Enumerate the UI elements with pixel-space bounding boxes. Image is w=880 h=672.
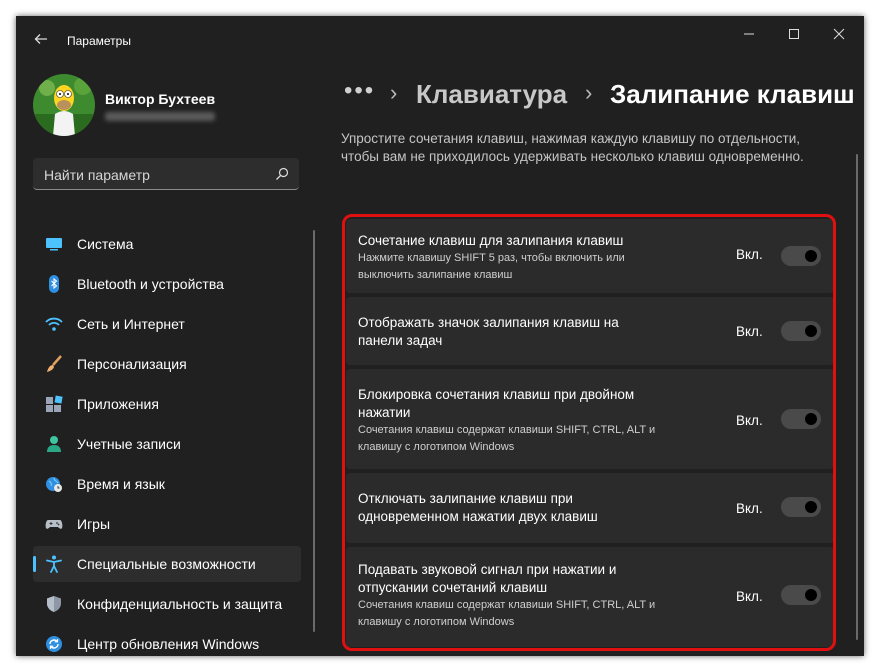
sidebar-item-label: Bluetooth и устройства bbox=[77, 276, 224, 292]
window-title: Параметры bbox=[67, 34, 131, 48]
toggle-switch[interactable] bbox=[781, 409, 821, 429]
sidebar-item-gaming[interactable]: Игры bbox=[33, 506, 301, 542]
search-placeholder: Найти параметр bbox=[44, 167, 150, 183]
user-name: Виктор Бухтеев bbox=[105, 91, 216, 107]
sidebar-item-label: Приложения bbox=[77, 396, 159, 412]
setting-subtitle: Сочетания клавиш содержат клавиши SHIFT,… bbox=[358, 424, 656, 453]
sidebar-item-label: Учетные записи bbox=[77, 436, 181, 452]
toggle-state-label: Вкл. bbox=[736, 501, 763, 516]
setting-title: Подавать звуковой сигнал при нажатии и о… bbox=[358, 562, 617, 595]
sidebar-item-network[interactable]: Сеть и Интернет bbox=[33, 306, 301, 342]
toggle-switch[interactable] bbox=[781, 585, 821, 605]
settings-window: Параметры Виктор Бухтеев Найти параметр … bbox=[16, 16, 864, 656]
toggle-knob bbox=[805, 413, 817, 425]
toggle-state-label: Вкл. bbox=[736, 247, 763, 262]
search-input[interactable]: Найти параметр bbox=[33, 158, 299, 190]
page-description: Упростите сочетания клавиш, нажимая кажд… bbox=[341, 131, 804, 164]
toggle-knob bbox=[805, 325, 817, 337]
account-icon bbox=[45, 435, 63, 453]
setting-play-sound: Подавать звуковой сигнал при нажатии и о… bbox=[346, 547, 834, 647]
toggle-state-label: Вкл. bbox=[736, 589, 763, 604]
toggle-switch[interactable] bbox=[781, 321, 821, 341]
toggle-knob bbox=[805, 501, 817, 513]
setting-lock-double-press: Блокировка сочетания клавиш при двойном … bbox=[346, 369, 834, 469]
content-scrollbar[interactable] bbox=[856, 154, 858, 640]
setting-subtitle: Сочетания клавиш содержат клавиши SHIFT,… bbox=[358, 599, 656, 628]
setting-taskbar-icon: Отображать значок залипания клавиш на па… bbox=[346, 297, 834, 365]
sidebar-item-label: Персонализация bbox=[77, 356, 187, 372]
accessibility-icon bbox=[45, 555, 63, 573]
toggle-state-label: Вкл. bbox=[736, 324, 763, 339]
minimize-icon[interactable] bbox=[732, 24, 766, 44]
main-content: ••• › Клавиатура › Залипание клавиш Упро… bbox=[316, 64, 864, 656]
sidebar-item-time-language[interactable]: Время и язык bbox=[33, 466, 301, 502]
maximize-icon[interactable] bbox=[777, 24, 811, 44]
toggle-switch[interactable] bbox=[781, 497, 821, 517]
sidebar-item-bluetooth[interactable]: Bluetooth и устройства bbox=[33, 266, 301, 302]
sidebar-item-label: Специальные возможности bbox=[77, 556, 256, 572]
sidebar-item-accessibility[interactable]: Специальные возможности bbox=[33, 546, 301, 582]
chevron-right-icon: › bbox=[585, 80, 593, 105]
sidebar-item-label: Центр обновления Windows bbox=[77, 636, 260, 652]
setting-shortcut-sticky-keys: Сочетание клавиш для залипания клавиш На… bbox=[346, 219, 834, 293]
setting-title: Сочетание клавиш для залипания клавиш bbox=[358, 233, 624, 248]
sidebar-item-privacy[interactable]: Конфиденциальность и защита bbox=[33, 586, 301, 622]
sidebar-scrollbar[interactable] bbox=[313, 230, 315, 632]
toggle-switch[interactable] bbox=[781, 246, 821, 266]
sidebar-item-label: Конфиденциальность и защита bbox=[77, 596, 283, 612]
breadcrumb-parent[interactable]: Клавиатура bbox=[416, 79, 567, 110]
close-icon[interactable] bbox=[822, 24, 856, 44]
active-indicator bbox=[33, 556, 36, 572]
avatar[interactable] bbox=[33, 74, 95, 136]
sidebar-item-system[interactable]: Система bbox=[33, 226, 301, 262]
toggle-knob bbox=[805, 250, 817, 262]
search-icon[interactable] bbox=[275, 167, 289, 181]
globe-clock-icon bbox=[45, 475, 63, 493]
sidebar-item-label: Сеть и Интернет bbox=[77, 316, 185, 332]
network-icon bbox=[45, 315, 63, 333]
setting-title: Отключать залипание клавиш при одновреме… bbox=[358, 491, 598, 524]
gamepad-icon bbox=[45, 515, 63, 533]
update-icon bbox=[45, 635, 63, 653]
bluetooth-icon bbox=[45, 275, 63, 293]
brush-icon bbox=[45, 355, 63, 373]
setting-subtitle: Нажмите клавишу SHIFT 5 раз, чтобы включ… bbox=[358, 252, 625, 281]
sidebar-item-apps[interactable]: Приложения bbox=[33, 386, 301, 422]
user-email-blurred bbox=[105, 112, 215, 121]
chevron-right-icon: › bbox=[390, 80, 398, 105]
title-bar: Параметры bbox=[16, 16, 864, 64]
setting-turn-off-two-keys: Отключать залипание клавиш при одновреме… bbox=[346, 473, 834, 543]
sidebar-item-windows-update[interactable]: Центр обновления Windows bbox=[33, 626, 301, 656]
toggle-state-label: Вкл. bbox=[736, 413, 763, 428]
sidebar-item-personalization[interactable]: Персонализация bbox=[33, 346, 301, 382]
apps-icon bbox=[45, 395, 63, 413]
shield-icon bbox=[45, 595, 63, 613]
back-arrow-icon[interactable] bbox=[34, 32, 48, 46]
setting-title: Отображать значок залипания клавиш на па… bbox=[358, 315, 619, 348]
system-icon bbox=[45, 235, 63, 253]
setting-title: Блокировка сочетания клавиш при двойном … bbox=[358, 387, 635, 420]
breadcrumb-more[interactable]: ••• bbox=[344, 77, 375, 105]
page-title: Залипание клавиш bbox=[610, 79, 855, 109]
sidebar-item-label: Игры bbox=[77, 516, 111, 532]
toggle-knob bbox=[805, 589, 817, 601]
sidebar-item-label: Система bbox=[77, 236, 134, 252]
sidebar-item-label: Время и язык bbox=[77, 476, 165, 492]
sidebar-item-accounts[interactable]: Учетные записи bbox=[33, 426, 301, 462]
sidebar: Виктор Бухтеев Найти параметр Система Bl… bbox=[16, 64, 316, 656]
